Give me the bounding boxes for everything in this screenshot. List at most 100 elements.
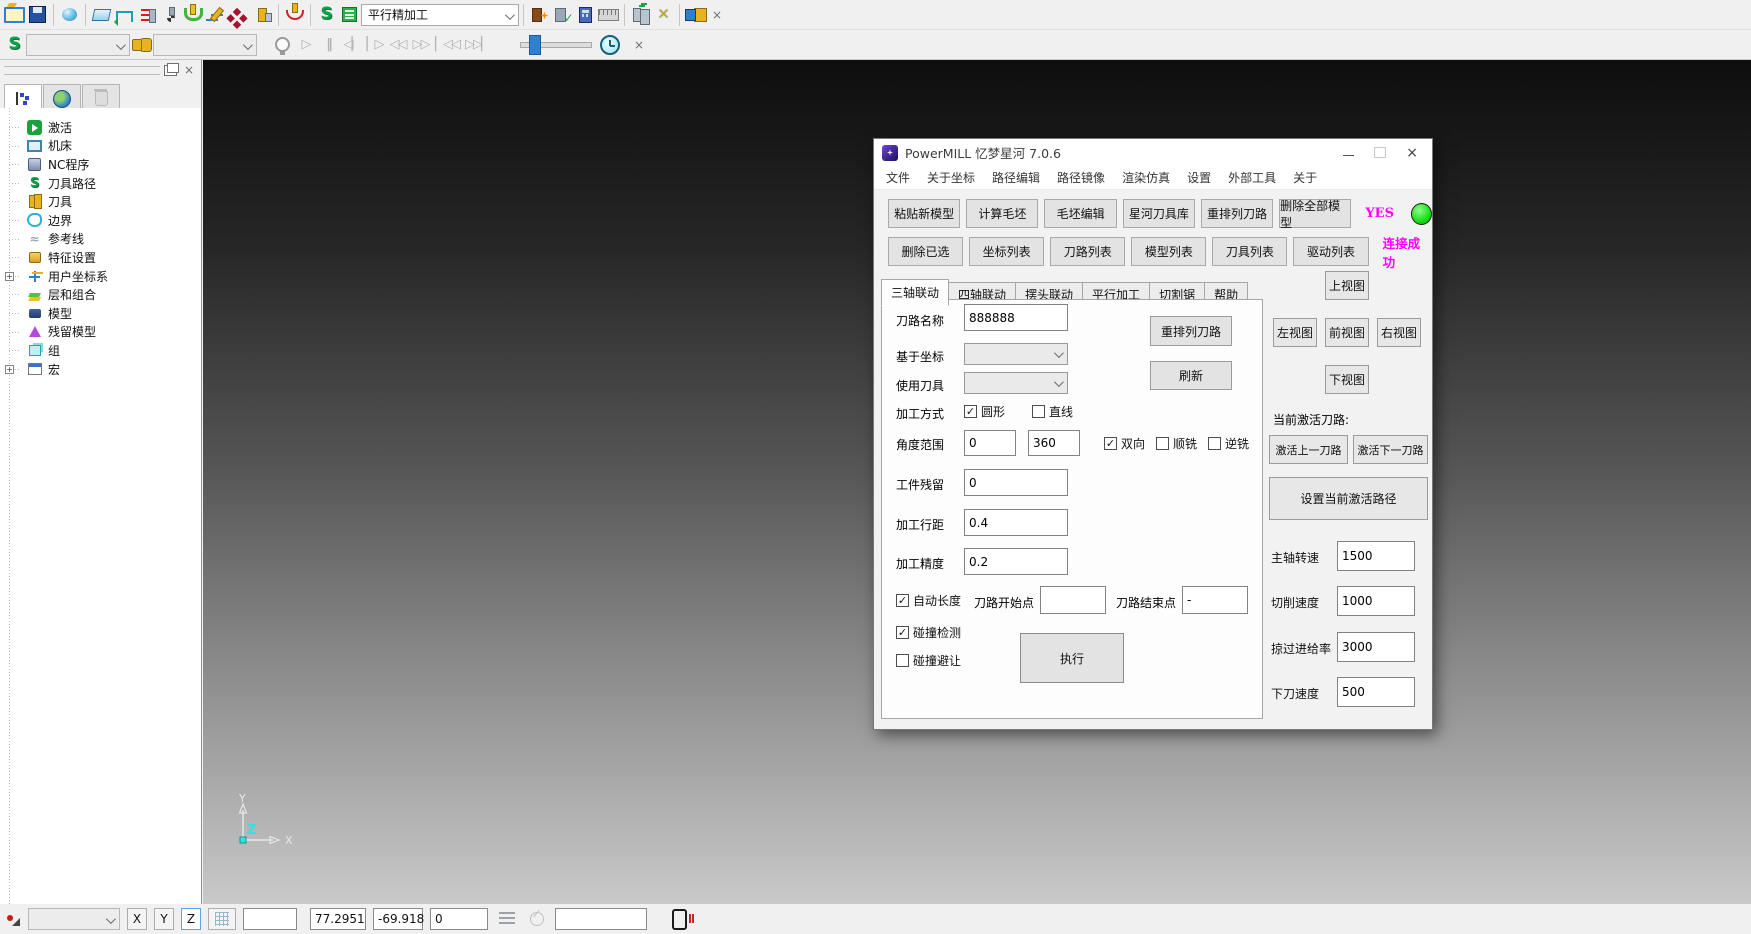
tree-item-feature-sets[interactable]: 特征设置 xyxy=(0,248,201,267)
tree-item-nc-programs[interactable]: NC程序 xyxy=(0,155,201,174)
refresh-button[interactable]: 刷新 xyxy=(1150,361,1232,390)
stock-edit-button[interactable]: 毛坯编辑 xyxy=(1044,199,1116,228)
tree-item-groups[interactable]: 组 xyxy=(0,341,201,360)
stepover-input[interactable] xyxy=(964,509,1068,536)
step-forward-icon[interactable]: ▏▷ xyxy=(363,33,386,57)
tree-item-toolpaths[interactable]: S刀具路径 xyxy=(0,174,201,193)
axis-z-button[interactable]: Z xyxy=(181,908,201,930)
feed-rate-icon[interactable] xyxy=(136,3,159,27)
points-pattern-icon[interactable] xyxy=(228,3,251,27)
axis-x-button[interactable]: X xyxy=(127,908,147,930)
end-point-input[interactable] xyxy=(1182,586,1248,614)
tool-holder-icon[interactable] xyxy=(251,3,274,27)
tree-item-workplanes[interactable]: +用户坐标系 xyxy=(0,267,201,286)
step-back-icon[interactable]: ◁▏ xyxy=(340,33,363,57)
skim-feed-input[interactable] xyxy=(1337,632,1415,662)
panel-close-icon[interactable]: × xyxy=(181,62,197,78)
simulation-toolpath-combobox[interactable] xyxy=(26,34,130,56)
shaded-view-icon[interactable] xyxy=(58,3,81,27)
expand-icon[interactable]: + xyxy=(5,272,14,281)
tool-ballnose-icon[interactable] xyxy=(159,3,182,27)
tolerance-input[interactable] xyxy=(964,548,1068,575)
mode-circle-checkbox[interactable]: ✓圆形 xyxy=(964,403,1005,420)
tree-item-machine-tool[interactable]: 机床 xyxy=(0,137,201,156)
toolpath-strategy-list-icon[interactable] xyxy=(338,3,361,27)
tree-item-macros[interactable]: +宏 xyxy=(0,360,201,379)
strategy-combobox[interactable]: 平行精加工 xyxy=(361,4,519,26)
tool-list-button[interactable]: 刀具列表 xyxy=(1212,237,1287,266)
skip-to-start-icon[interactable]: ▏◁◁ xyxy=(432,33,462,57)
menu-external-tools[interactable]: 外部工具 xyxy=(1228,169,1276,186)
spindle-speed-input[interactable] xyxy=(1337,541,1415,571)
play-icon[interactable]: ▷ xyxy=(294,33,317,57)
menu-file[interactable]: 文件 xyxy=(886,169,910,186)
toolpath-name-input[interactable] xyxy=(964,304,1068,331)
panel-grip-handle[interactable] xyxy=(4,66,160,75)
delete-all-models-button[interactable]: 删除全部模型 xyxy=(1279,199,1351,228)
view-right-button[interactable]: 右视图 xyxy=(1377,318,1421,347)
open-project-icon[interactable] xyxy=(3,3,26,27)
simulation-speed-slider[interactable] xyxy=(520,42,592,48)
fast-forward-icon[interactable]: ▷▷ xyxy=(409,33,432,57)
menu-path-edit[interactable]: 路径编辑 xyxy=(992,169,1040,186)
transform-cross-icon[interactable]: ✕ xyxy=(652,3,675,27)
tree-item-levels-sets[interactable]: 层和组合 xyxy=(0,285,201,304)
tree-item-models[interactable]: 模型 xyxy=(0,304,201,323)
execute-button[interactable]: 执行 xyxy=(1020,633,1124,683)
drive-list-button[interactable]: 驱动列表 xyxy=(1293,237,1368,266)
based-coordinate-select[interactable] xyxy=(964,343,1068,365)
panel-restore-icon[interactable] xyxy=(164,65,177,76)
tree-item-patterns[interactable]: ≈参考线 xyxy=(0,230,201,249)
menu-coordinates[interactable]: 关于坐标 xyxy=(927,169,975,186)
menu-path-mirror[interactable]: 路径镜像 xyxy=(1057,169,1105,186)
measure-icon[interactable] xyxy=(597,3,620,27)
collision-avoid-checkbox[interactable]: 碰撞避让 xyxy=(896,652,961,669)
angle-from-input[interactable] xyxy=(964,430,1016,456)
pause-icon[interactable]: ‖ xyxy=(317,33,340,57)
simulation-clock-icon[interactable] xyxy=(598,33,621,57)
leads-links-icon[interactable] xyxy=(113,3,136,27)
model-list-button[interactable]: 模型列表 xyxy=(1131,237,1206,266)
axis-y-button[interactable]: Y xyxy=(154,908,174,930)
coordinate-list-button[interactable]: 坐标列表 xyxy=(969,237,1044,266)
paste-new-model-button[interactable]: 粘贴新模型 xyxy=(888,199,960,228)
tool-pair-icon[interactable] xyxy=(629,3,652,27)
auto-length-checkbox[interactable]: ✓自动长度 xyxy=(896,592,961,609)
delete-selected-button[interactable]: 删除已选 xyxy=(888,237,963,266)
view-bottom-button[interactable]: 下视图 xyxy=(1325,365,1369,394)
climb-mill-checkbox[interactable]: 顺铣 xyxy=(1156,435,1197,452)
use-tool-select[interactable] xyxy=(964,372,1068,394)
plot-options-icon[interactable] xyxy=(5,907,21,931)
maximize-icon[interactable] xyxy=(1374,147,1386,158)
start-point-input[interactable] xyxy=(1040,586,1106,614)
toolbar-close-icon[interactable]: × xyxy=(629,35,649,55)
collision-check-icon[interactable] xyxy=(182,3,205,27)
menu-render-simulate[interactable]: 渲染仿真 xyxy=(1122,169,1170,186)
menu-settings[interactable]: 设置 xyxy=(1187,169,1211,186)
tools-group-icon[interactable] xyxy=(130,33,153,57)
statusbar-combobox[interactable] xyxy=(28,908,120,930)
grid-size-field[interactable] xyxy=(243,908,297,930)
compute-stock-button[interactable]: 计算毛坯 xyxy=(966,199,1038,228)
coordinate-x-field[interactable]: 77.2951 xyxy=(310,908,366,930)
tree-item-stock-models[interactable]: 残留模型 xyxy=(0,323,201,342)
view-left-button[interactable]: 左视图 xyxy=(1273,318,1317,347)
toolpath-list-button[interactable]: 刀路列表 xyxy=(1050,237,1125,266)
coordinate-z-field[interactable]: 0 xyxy=(430,908,488,930)
activate-next-toolpath-button[interactable]: 激活下一刀路 xyxy=(1353,435,1428,464)
toolbar-close-icon[interactable]: × xyxy=(707,5,727,25)
minimize-icon[interactable] xyxy=(1343,155,1354,156)
rearrange-toolpaths-button[interactable]: 重排列刀路 xyxy=(1201,199,1273,228)
tree-item-activate[interactable]: 激活 xyxy=(0,118,201,137)
close-icon[interactable]: × xyxy=(1406,146,1418,160)
bidirectional-checkbox[interactable]: ✓双向 xyxy=(1104,435,1145,452)
rearrange-toolpaths-button-2[interactable]: 重排列刀路 xyxy=(1150,316,1232,346)
plunge-feed-input[interactable] xyxy=(1337,677,1415,707)
verify-toolpath-icon[interactable] xyxy=(551,3,574,27)
cutting-feed-input[interactable] xyxy=(1337,586,1415,616)
view-top-button[interactable]: 上视图 xyxy=(1325,271,1369,300)
dialog-titlebar[interactable]: PowerMILL 忆梦星河 7.0.6 × xyxy=(874,139,1432,166)
highlight-bulb-icon[interactable] xyxy=(271,33,294,57)
pattern-edit-icon[interactable] xyxy=(205,3,228,27)
skip-to-end-icon[interactable]: ▷▷▏ xyxy=(462,33,492,57)
